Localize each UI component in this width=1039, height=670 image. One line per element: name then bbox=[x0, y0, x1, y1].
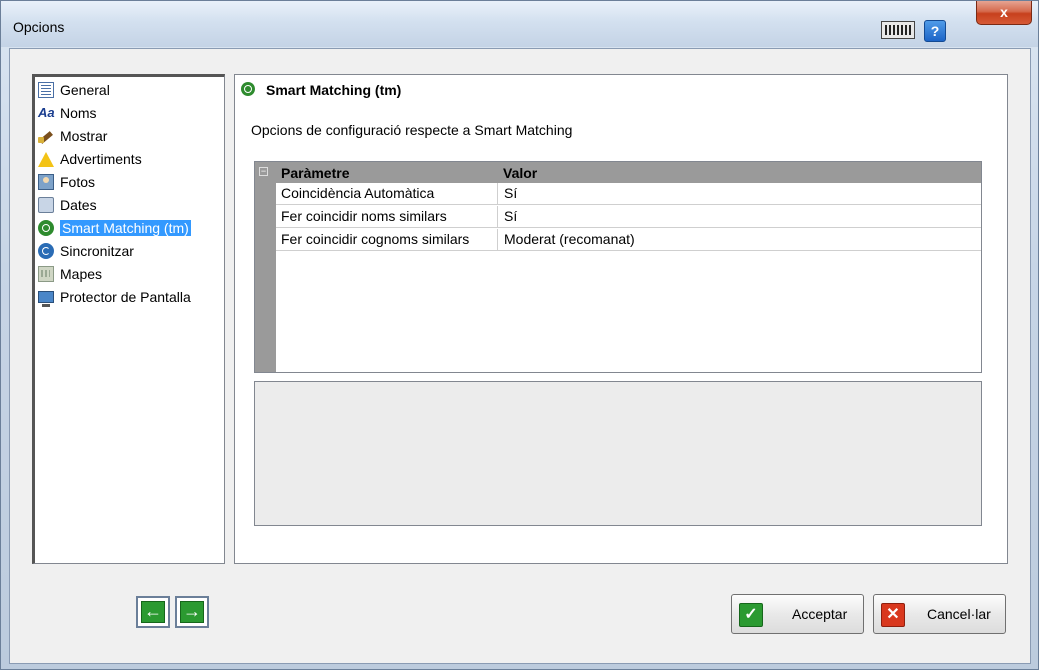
smart-matching-icon bbox=[241, 82, 255, 96]
grid-row[interactable]: Fer coincidir noms similars Sí bbox=[276, 206, 981, 228]
nav-item-mostrar[interactable]: Mostrar bbox=[38, 125, 107, 147]
window-title: Opcions bbox=[13, 19, 65, 35]
accept-label: Acceptar bbox=[792, 606, 848, 622]
help-description-area bbox=[254, 381, 982, 526]
nav-item-label: Fotos bbox=[60, 174, 96, 190]
nav-item-label: Noms bbox=[60, 105, 97, 121]
column-header-parametre: Paràmetre bbox=[281, 165, 350, 181]
nav-item-sincronitzar[interactable]: Sincronitzar bbox=[38, 240, 134, 262]
warning-icon bbox=[38, 151, 54, 167]
nav-item-dates[interactable]: Dates bbox=[38, 194, 97, 216]
calendar-icon bbox=[38, 197, 54, 213]
close-button[interactable]: x bbox=[976, 1, 1032, 25]
grid-row[interactable]: Coincidència Automàtica Sí bbox=[276, 183, 981, 205]
brush-icon bbox=[38, 128, 54, 144]
help-button[interactable]: ? bbox=[924, 20, 946, 42]
row-parameter: Coincidència Automàtica bbox=[276, 183, 498, 204]
row-value[interactable]: Sí bbox=[504, 183, 517, 204]
panel-description: Opcions de configuració respecte a Smart… bbox=[251, 122, 573, 138]
nav-item-label: Smart Matching (tm) bbox=[60, 220, 191, 236]
property-grid: − Paràmetre Valor Coincidència Automàtic… bbox=[254, 161, 982, 373]
client-area: General Aa Noms Mostrar Advertiments Fot… bbox=[9, 48, 1031, 664]
cross-icon: ✕ bbox=[881, 603, 905, 627]
document-icon bbox=[38, 82, 54, 98]
nav-item-label: Mapes bbox=[60, 266, 103, 282]
settings-panel: Smart Matching (tm) Opcions de configura… bbox=[234, 74, 1008, 564]
nav-item-advertiments[interactable]: Advertiments bbox=[38, 148, 142, 170]
nav-item-fotos[interactable]: Fotos bbox=[38, 171, 95, 193]
category-list: General Aa Noms Mostrar Advertiments Fot… bbox=[32, 74, 225, 564]
nav-item-general[interactable]: General bbox=[38, 79, 110, 101]
nav-item-protector-de-pantalla[interactable]: Protector de Pantalla bbox=[38, 286, 191, 308]
nav-item-noms[interactable]: Aa Noms bbox=[38, 102, 97, 124]
font-icon: Aa bbox=[38, 105, 55, 120]
keyboard-icon[interactable] bbox=[881, 21, 915, 39]
row-value[interactable]: Sí bbox=[504, 206, 517, 227]
back-button[interactable]: ← bbox=[136, 596, 170, 628]
arrow-left-icon: ← bbox=[141, 601, 165, 623]
row-value[interactable]: Moderat (recomanat) bbox=[504, 229, 635, 250]
nav-item-label: Mostrar bbox=[60, 128, 108, 144]
options-window: Opcions ? x General Aa Noms Mostrar Adve… bbox=[0, 0, 1039, 670]
photo-icon bbox=[38, 174, 54, 190]
collapse-toggle[interactable]: − bbox=[259, 167, 268, 176]
screensaver-icon bbox=[38, 291, 54, 307]
nav-item-label: Dates bbox=[60, 197, 97, 213]
nav-item-label: Advertiments bbox=[60, 151, 142, 167]
map-icon bbox=[38, 266, 54, 282]
row-parameter: Fer coincidir noms similars bbox=[276, 206, 498, 227]
forward-button[interactable]: → bbox=[175, 596, 209, 628]
column-header-valor: Valor bbox=[503, 165, 538, 181]
smart-matching-icon bbox=[38, 220, 54, 236]
panel-title: Smart Matching (tm) bbox=[266, 82, 402, 98]
check-icon: ✓ bbox=[739, 603, 763, 627]
title-bar[interactable]: Opcions ? x bbox=[1, 1, 1038, 47]
accept-button[interactable]: ✓ Acceptar bbox=[731, 594, 864, 634]
cancel-label: Cancel·lar bbox=[927, 606, 991, 622]
grid-gutter bbox=[255, 162, 276, 372]
row-parameter: Fer coincidir cognoms similars bbox=[276, 229, 498, 250]
grid-header: − Paràmetre Valor bbox=[255, 162, 981, 183]
nav-item-label: General bbox=[60, 82, 110, 98]
grid-row[interactable]: Fer coincidir cognoms similars Moderat (… bbox=[276, 229, 981, 251]
arrow-right-icon: → bbox=[180, 601, 204, 623]
nav-item-smart-matching[interactable]: Smart Matching (tm) bbox=[38, 217, 191, 239]
nav-item-label: Sincronitzar bbox=[60, 243, 134, 259]
cancel-button[interactable]: ✕ Cancel·lar bbox=[873, 594, 1006, 634]
nav-item-mapes[interactable]: Mapes bbox=[38, 263, 102, 285]
nav-item-label: Protector de Pantalla bbox=[60, 289, 191, 305]
sync-icon bbox=[38, 243, 54, 259]
